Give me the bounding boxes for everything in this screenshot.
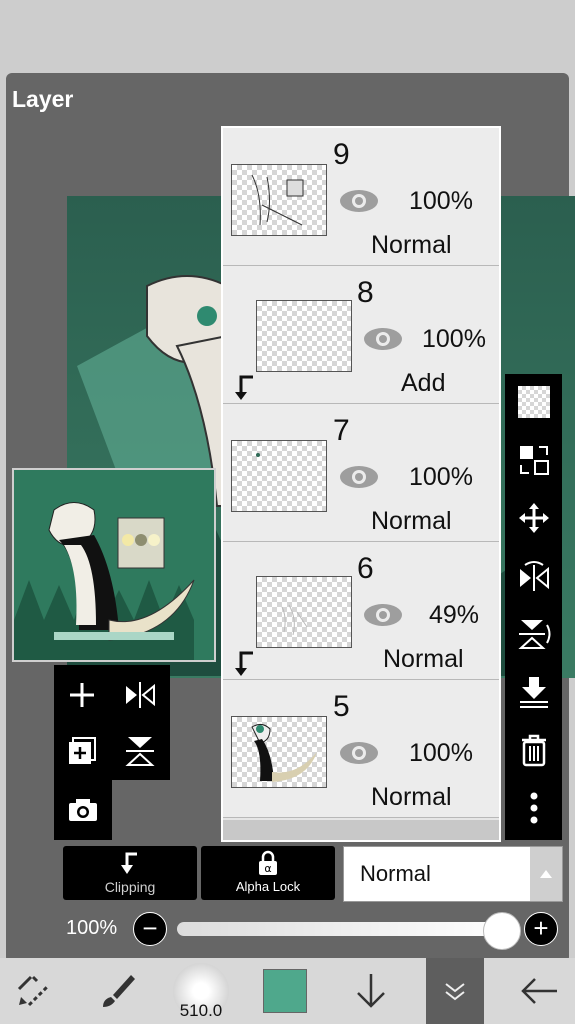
more-icon[interactable] bbox=[505, 780, 562, 836]
brush-size-button[interactable]: 510.0 bbox=[168, 958, 234, 1024]
layer-opacity: 100% bbox=[409, 187, 473, 215]
layer-row-6[interactable]: 6 49% Normal bbox=[223, 542, 499, 680]
left-toolbar bbox=[54, 665, 170, 780]
dropdown-arrow-icon[interactable] bbox=[530, 847, 562, 901]
color-swatch bbox=[263, 969, 307, 1013]
layer-number: 6 bbox=[357, 552, 374, 585]
layer-number: 8 bbox=[357, 276, 374, 309]
merge-down-icon[interactable] bbox=[505, 664, 562, 720]
brush-size-value: 510.0 bbox=[179, 1001, 223, 1020]
flip-horizontal-icon[interactable] bbox=[112, 667, 168, 723]
layer-opacity: 49% bbox=[429, 601, 480, 629]
opacity-slider-knob[interactable] bbox=[483, 912, 521, 950]
visibility-eye-icon[interactable] bbox=[363, 602, 403, 628]
color-swatch-button[interactable] bbox=[252, 958, 318, 1024]
layer-blend-mode: Add bbox=[401, 369, 446, 397]
layer-thumbnail bbox=[231, 716, 327, 788]
opacity-slider[interactable] bbox=[177, 922, 507, 936]
visibility-eye-icon[interactable] bbox=[339, 464, 379, 490]
layer-number: 9 bbox=[333, 138, 350, 171]
alpha-lock-icon: α bbox=[259, 850, 277, 875]
down-arrow-icon[interactable] bbox=[338, 958, 404, 1024]
bottom-toolbar: 510.0 bbox=[0, 958, 575, 1024]
layer-thumbnail bbox=[231, 164, 327, 236]
blend-mode-value: Normal bbox=[360, 861, 431, 886]
flip-h-icon[interactable] bbox=[505, 548, 562, 604]
double-chevron-down-icon bbox=[445, 983, 465, 1001]
alpha-lock-button[interactable]: α Alpha Lock bbox=[201, 846, 335, 900]
layer-thumbnail bbox=[256, 576, 352, 648]
layer-number: 5 bbox=[333, 690, 350, 723]
transparency-icon[interactable] bbox=[505, 374, 562, 430]
clipping-button[interactable]: Clipping bbox=[63, 846, 197, 900]
layer-thumbnail bbox=[231, 440, 327, 512]
opacity-decrease-button[interactable]: − bbox=[133, 912, 167, 946]
layer-row-7[interactable]: 7 100% Normal bbox=[223, 404, 499, 542]
layer-list[interactable]: 9 100% Normal 8 100% Add 7 100% Normal 6… bbox=[221, 126, 501, 842]
duplicate-layer-icon[interactable] bbox=[54, 723, 110, 779]
thumbnail-artwork bbox=[14, 470, 214, 660]
right-toolbar bbox=[505, 374, 562, 840]
layer-opacity: 100% bbox=[409, 739, 473, 767]
selection-tool-icon[interactable] bbox=[0, 958, 66, 1024]
visibility-eye-icon[interactable] bbox=[339, 188, 379, 214]
layer-row-8[interactable]: 8 100% Add bbox=[223, 266, 499, 404]
brush-icon[interactable] bbox=[84, 958, 150, 1024]
layer-opacity: 100% bbox=[422, 325, 486, 353]
opacity-value: 100% bbox=[66, 917, 118, 939]
layer-blend-mode: Normal bbox=[371, 231, 452, 259]
clipping-arrow-icon bbox=[233, 374, 257, 402]
layer-panel-toggle[interactable] bbox=[426, 958, 484, 1024]
svg-text:α: α bbox=[264, 862, 271, 875]
alpha-lock-label: Alpha Lock bbox=[235, 879, 301, 894]
add-layer-icon[interactable] bbox=[54, 667, 110, 723]
layer-row-partial[interactable] bbox=[223, 820, 499, 840]
layer-blend-mode: Normal bbox=[371, 783, 452, 811]
clipping-arrow-icon bbox=[233, 650, 257, 678]
panel-title: Layer bbox=[12, 86, 74, 112]
layer-blend-mode: Normal bbox=[383, 645, 464, 673]
layer-blend-mode: Normal bbox=[371, 507, 452, 535]
clipping-icon bbox=[121, 852, 137, 874]
left-toolbar-extra bbox=[54, 780, 112, 840]
visibility-eye-icon[interactable] bbox=[339, 740, 379, 766]
layer-row-9[interactable]: 9 100% Normal bbox=[223, 128, 499, 266]
layer-row-5[interactable]: 5 100% Normal bbox=[223, 680, 499, 818]
reference-thumbnail[interactable] bbox=[12, 468, 216, 662]
flip-vertical-icon[interactable] bbox=[112, 723, 168, 779]
layer-number: 7 bbox=[333, 414, 350, 447]
back-arrow-icon[interactable] bbox=[506, 958, 572, 1024]
layer-thumbnail bbox=[256, 300, 352, 372]
clipping-label: Clipping bbox=[104, 879, 156, 895]
move-icon[interactable] bbox=[505, 490, 562, 546]
visibility-eye-icon[interactable] bbox=[363, 326, 403, 352]
blend-mode-select[interactable]: Normal bbox=[343, 846, 563, 902]
opacity-increase-button[interactable]: + bbox=[524, 912, 558, 946]
flip-v-icon[interactable] bbox=[505, 606, 562, 662]
camera-icon[interactable] bbox=[55, 782, 111, 838]
layer-opacity: 100% bbox=[409, 463, 473, 491]
swap-layer-icon[interactable] bbox=[505, 432, 562, 488]
trash-icon[interactable] bbox=[505, 722, 562, 778]
